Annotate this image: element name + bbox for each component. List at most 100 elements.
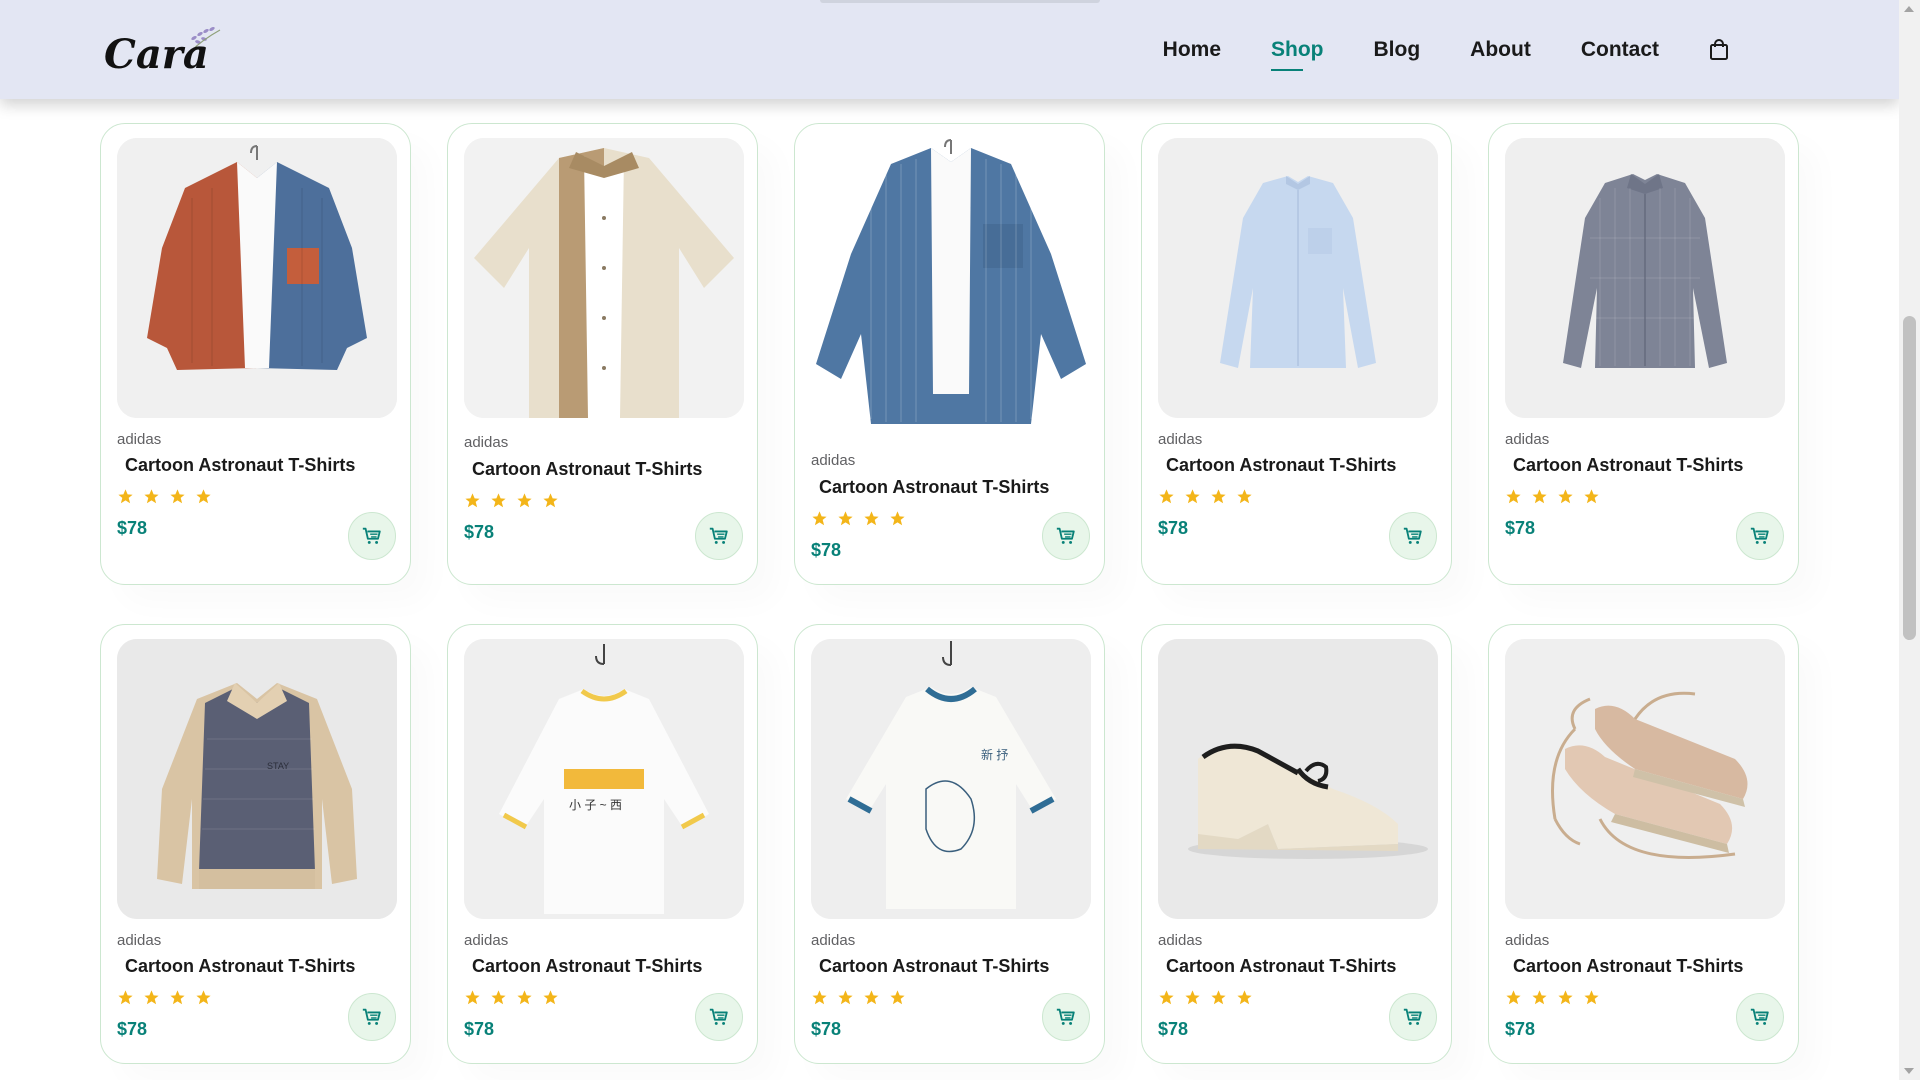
star-icon <box>543 990 558 1005</box>
rating-stars <box>117 989 212 1006</box>
product-title: Cartoon Astronaut T-Shirts <box>1166 455 1397 475</box>
scroll-up-arrow-icon[interactable] <box>1904 6 1914 12</box>
add-to-cart-button[interactable] <box>1736 993 1784 1041</box>
star-icon <box>196 990 211 1005</box>
cart-icon <box>1056 527 1075 544</box>
product-price: $78 <box>1158 1019 1189 1039</box>
add-to-cart-button[interactable] <box>348 993 396 1041</box>
star-icon <box>118 990 133 1005</box>
star-icon <box>1532 489 1547 504</box>
page-scrollbar[interactable] <box>1899 0 1920 1080</box>
product-price: $78 <box>1158 518 1189 538</box>
product-title: Cartoon Astronaut T-Shirts <box>472 459 703 479</box>
product-image[interactable] <box>1158 138 1438 418</box>
rating-stars <box>1505 989 1600 1006</box>
cara-logo[interactable]: Cara <box>102 22 232 78</box>
scroll-down-arrow-icon[interactable] <box>1904 1068 1914 1074</box>
star-icon <box>491 990 506 1005</box>
add-to-cart-button[interactable] <box>695 993 743 1041</box>
product-image[interactable]: STAY <box>117 639 397 919</box>
star-icon <box>144 990 159 1005</box>
nav-home[interactable]: Home <box>1163 38 1221 62</box>
main-nav: Home Shop Blog About Contact <box>1163 0 1729 99</box>
product-card[interactable]: 小 子 ~ 西 adidas Cartoon Astronaut T-Shirt… <box>447 624 758 1064</box>
rust-blue-corduroy-shirt-image <box>117 138 397 418</box>
product-image[interactable] <box>1158 639 1438 919</box>
product-card[interactable]: adidas Cartoon Astronaut T-Shirts $78 <box>794 123 1105 585</box>
add-to-cart-button[interactable] <box>1042 993 1090 1041</box>
add-to-cart-button[interactable] <box>1736 512 1784 560</box>
rating-stars <box>464 492 559 509</box>
product-image[interactable] <box>1505 639 1785 919</box>
product-image[interactable] <box>1505 138 1785 418</box>
product-card[interactable]: STAY adidas Cartoon Astronaut T-Shirts $… <box>100 624 411 1064</box>
star-icon <box>812 990 827 1005</box>
white-blue-print-tee-image: 新 抒 <box>811 639 1091 919</box>
logo-text: Cara <box>104 31 209 78</box>
product-brand: adidas <box>1505 932 1550 949</box>
star-icon <box>517 990 532 1005</box>
product-title: Cartoon Astronaut T-Shirts <box>819 956 1050 976</box>
product-price: $78 <box>464 1019 495 1039</box>
cart-icon <box>1750 1008 1769 1025</box>
header-edge-decoration <box>820 0 1100 3</box>
product-card[interactable]: 新 抒 adidas Cartoon Astronaut T-Shirts $7… <box>794 624 1105 1064</box>
star-icon <box>1532 990 1547 1005</box>
scrollbar-thumb[interactable] <box>1903 316 1916 640</box>
product-title: Cartoon Astronaut T-Shirts <box>1513 455 1744 475</box>
product-price: $78 <box>117 518 148 538</box>
cart-icon <box>1403 527 1422 544</box>
product-brand: adidas <box>811 452 856 469</box>
product-image[interactable] <box>464 138 744 418</box>
product-title: Cartoon Astronaut T-Shirts <box>819 477 1050 497</box>
product-image[interactable]: 小 子 ~ 西 <box>464 639 744 919</box>
rating-stars <box>1158 488 1253 505</box>
rating-stars <box>1158 989 1253 1006</box>
star-icon <box>1185 489 1200 504</box>
light-blue-band-collar-shirt-image <box>1158 138 1438 418</box>
star-icon <box>465 990 480 1005</box>
add-to-cart-button[interactable] <box>348 512 396 560</box>
star-icon <box>1584 489 1599 504</box>
star-icon <box>170 990 185 1005</box>
add-to-cart-button[interactable] <box>1042 512 1090 560</box>
product-image[interactable]: 新 抒 <box>811 639 1091 919</box>
nav-contact[interactable]: Contact <box>1581 38 1659 62</box>
add-to-cart-button[interactable] <box>695 512 743 560</box>
product-image[interactable] <box>811 134 1091 434</box>
nav-shop[interactable]: Shop <box>1271 38 1324 71</box>
product-card[interactable]: adidas Cartoon Astronaut T-Shirts $78 <box>1488 624 1799 1064</box>
white-yellow-print-tee-image: 小 子 ~ 西 <box>464 639 744 919</box>
product-card[interactable]: adidas Cartoon Astronaut T-Shirts $78 <box>1488 123 1799 585</box>
star-icon <box>1211 489 1226 504</box>
add-to-cart-button[interactable] <box>1389 993 1437 1041</box>
product-card[interactable]: adidas Cartoon Astronaut T-Shirts $78 <box>1141 123 1452 585</box>
svg-text:新 抒: 新 抒 <box>981 747 1008 762</box>
rating-stars <box>464 989 559 1006</box>
add-to-cart-button[interactable] <box>1389 512 1437 560</box>
star-icon <box>1211 990 1226 1005</box>
rating-stars <box>811 989 906 1006</box>
cart-icon <box>362 1008 381 1025</box>
product-card[interactable]: adidas Cartoon Astronaut T-Shirts $78 <box>447 123 758 585</box>
star-icon <box>890 990 905 1005</box>
product-price: $78 <box>117 1019 148 1039</box>
product-card[interactable]: adidas Cartoon Astronaut T-Shirts $78 <box>100 123 411 585</box>
star-icon <box>890 511 905 526</box>
cart-icon <box>362 527 381 544</box>
cart-icon <box>1403 1008 1422 1025</box>
rating-stars <box>1505 488 1600 505</box>
nav-about[interactable]: About <box>1470 38 1531 62</box>
nav-blog[interactable]: Blog <box>1374 38 1421 62</box>
lace-up-espadrilles-image <box>1505 639 1785 919</box>
product-image[interactable] <box>117 138 397 418</box>
shopping-bag-icon[interactable] <box>1709 38 1729 61</box>
knit-polo-sweater-image: STAY <box>117 639 397 919</box>
star-icon <box>864 511 879 526</box>
product-card[interactable]: adidas Cartoon Astronaut T-Shirts $78 <box>1141 624 1452 1064</box>
product-price: $78 <box>1505 1019 1536 1039</box>
cream-platform-loafer-image <box>1158 639 1438 919</box>
product-brand: adidas <box>811 932 856 949</box>
product-title: Cartoon Astronaut T-Shirts <box>472 956 703 976</box>
star-icon <box>144 489 159 504</box>
